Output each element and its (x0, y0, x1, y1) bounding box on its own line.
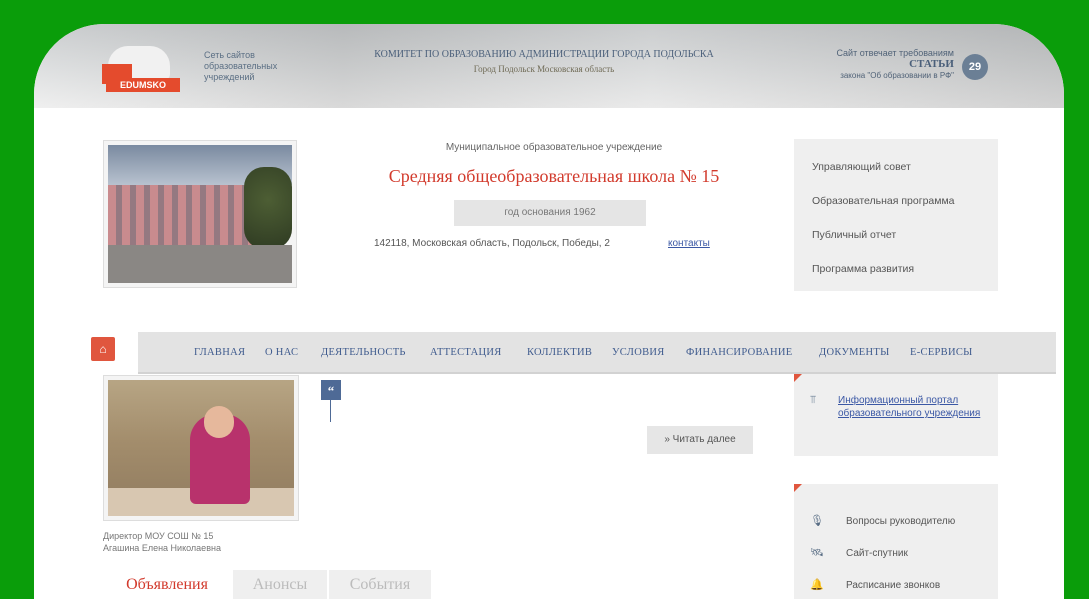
quick-link-report[interactable]: Публичный отчет (812, 229, 896, 241)
director-photo (103, 375, 299, 521)
tab-previews[interactable]: Анонсы (233, 570, 327, 599)
portal-box: ⫪ Информационный портал образовательного… (794, 374, 998, 456)
nav-conditions[interactable]: УСЛОВИЯ (612, 347, 665, 358)
microphone-icon: 🎙 (810, 515, 824, 527)
quick-link-council[interactable]: Управляющий совет (812, 161, 911, 173)
browser-frame: EDUMSKO Сеть сайтов образовательных учре… (34, 24, 1064, 599)
nav-finance[interactable]: ФИНАНСИРОВАНИЕ (686, 347, 792, 358)
committee-subtitle: Город Подольск Московская область (473, 64, 615, 74)
nav-documents[interactable]: ДОКУМЕНТЫ (819, 347, 890, 358)
tab-events[interactable]: События (329, 570, 431, 599)
contacts-link[interactable]: контакты (668, 238, 710, 249)
read-more-button[interactable]: » Читать далее (647, 426, 753, 454)
edumsko-logo[interactable]: EDUMSKO (102, 46, 180, 92)
committee-header[interactable]: КОМИТЕТ ПО ОБРАЗОВАНИЮ АДМИНИСТРАЦИИ ГОР… (334, 48, 754, 76)
school-name: Средняя общеобразовательная школа № 15 (388, 166, 720, 186)
nav-about[interactable]: О НАС (265, 347, 298, 358)
director-title: Директор МОУ СОШ № 15 (103, 531, 214, 541)
tab-announcements[interactable]: Объявления (103, 570, 231, 599)
school-photo (103, 140, 297, 288)
main-nav: ГЛАВНАЯ О НАС ДЕЯТЕЛЬНОСТЬ АТТЕСТАЦИЯ КО… (138, 332, 1056, 374)
quick-link-development[interactable]: Программа развития (812, 263, 914, 275)
link-schedule[interactable]: 🔔 Расписание звонков (810, 578, 940, 591)
nav-home[interactable]: ГЛАВНАЯ (194, 347, 245, 358)
service-links-box: 🎙 Вопросы руководителю 🛰 Сайт-спутник 🔔 Рас… (794, 484, 998, 599)
portal-link[interactable]: Информационный портал образовательного у… (838, 394, 988, 420)
law-line2: СТАТЬИ (909, 58, 954, 70)
home-icon[interactable]: ⌂ (91, 337, 115, 361)
quote-icon: “ (321, 380, 341, 400)
committee-title: КОМИТЕТ ПО ОБРАЗОВАНИЮ АДМИНИСТРАЦИИ ГОР… (374, 49, 714, 60)
quote-line (330, 400, 331, 422)
logo-text: EDUMSKO (106, 78, 180, 92)
nav-staff[interactable]: КОЛЛЕКТИВ (527, 347, 592, 358)
law-line3: закона "Об образовании в РФ" (840, 71, 954, 80)
nav-activity[interactable]: ДЕЯТЕЛЬНОСТЬ (321, 347, 406, 358)
article-badge[interactable]: 29 (962, 54, 988, 80)
director-caption: Директор МОУ СОШ № 15 Агашина Елена Нико… (103, 530, 221, 554)
network-caption: Сеть сайтов образовательных учреждений (204, 50, 278, 82)
founded-year: год основания 1962 (454, 200, 646, 226)
portal-icon: ⫪ (810, 394, 817, 406)
director-name: Агашина Елена Николаевна (103, 543, 221, 553)
nav-attestation[interactable]: АТТЕСТАЦИЯ (430, 347, 502, 358)
quick-links-box: Управляющий совет Образовательная програ… (794, 139, 998, 291)
link-questions[interactable]: 🎙 Вопросы руководителю (810, 514, 955, 527)
nav-e-services[interactable]: Е-СЕРВИСЫ (910, 347, 973, 358)
bell-icon: 🔔 (810, 579, 824, 591)
school-address: 142118, Московская область, Подольск, По… (374, 238, 610, 249)
institution-type: Муниципальное образовательное учреждение (445, 142, 663, 153)
quick-link-program[interactable]: Образовательная программа (812, 195, 955, 207)
satellite-icon: 🛰 (810, 547, 824, 559)
link-satellite[interactable]: 🛰 Сайт-спутник (810, 546, 908, 559)
law-compliance[interactable]: Сайт отвечает требованиям СТАТЬИ закона … (804, 48, 954, 81)
